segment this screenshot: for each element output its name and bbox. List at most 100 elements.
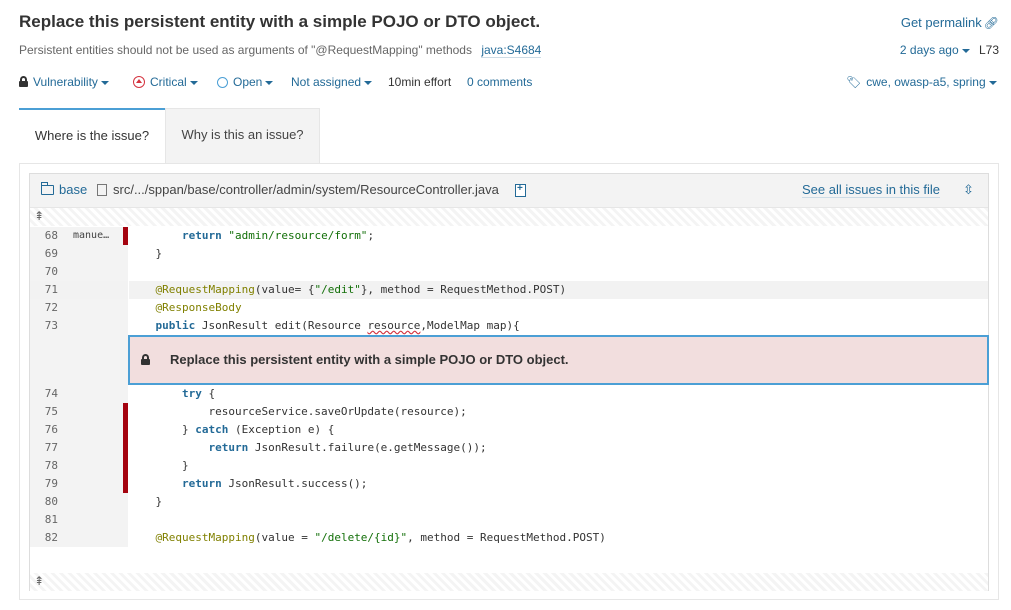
issue-title: Replace this persistent entity with a si… bbox=[19, 12, 541, 31]
tags-label: cwe, owasp-a5, spring bbox=[866, 75, 986, 89]
duplication-marker bbox=[123, 281, 128, 299]
status-dropdown[interactable]: Open bbox=[217, 75, 274, 89]
rule-key-link[interactable]: java:S4684 bbox=[481, 43, 542, 58]
open-status-icon bbox=[217, 77, 228, 88]
duplication-marker[interactable] bbox=[123, 421, 128, 439]
effort: 10min effort bbox=[388, 75, 452, 89]
link-icon: 🔗︎ bbox=[983, 16, 999, 30]
scm-author[interactable]: manue… bbox=[73, 227, 109, 245]
code-line: 73 public JsonResult edit(Resource resou… bbox=[30, 317, 988, 335]
source-viewer-header: base src/.../sppan/base/controller/admin… bbox=[30, 174, 988, 208]
duplication-marker bbox=[123, 263, 128, 281]
line-source: try { bbox=[181, 387, 216, 400]
assignee-dropdown[interactable]: Not assigned bbox=[291, 75, 373, 89]
permalink-link[interactable]: Get permalink 🔗︎ bbox=[901, 15, 999, 30]
issue-message-box[interactable]: Replace this persistent entity with a si… bbox=[128, 335, 989, 385]
duplication-marker[interactable] bbox=[123, 457, 128, 475]
line-number[interactable]: 70 bbox=[30, 263, 58, 281]
critical-severity-icon bbox=[133, 76, 145, 88]
project-link[interactable]: base bbox=[41, 182, 87, 197]
comments-link[interactable]: 0 comments bbox=[467, 75, 532, 89]
line-source: return JsonResult.success(); bbox=[181, 477, 368, 490]
duplication-marker bbox=[123, 299, 128, 317]
expand-above[interactable]: ⇞ bbox=[30, 208, 988, 226]
rule-name: Persistent entities should not be used a… bbox=[19, 43, 472, 57]
code-lines: 68 manue… return "admin/resource/form"; 69… bbox=[30, 227, 989, 547]
code-line: 68 manue… return "admin/resource/form"; bbox=[30, 227, 988, 245]
severity-dropdown[interactable]: Critical bbox=[133, 75, 198, 89]
chevron-down-icon bbox=[988, 80, 997, 85]
code-line: 69 } bbox=[30, 245, 988, 263]
line-number[interactable]: 73 bbox=[30, 317, 58, 335]
folder-icon bbox=[41, 182, 54, 195]
line-number[interactable]: 80 bbox=[30, 493, 58, 511]
duplication-marker[interactable] bbox=[123, 439, 128, 457]
line-number[interactable]: 79 bbox=[30, 475, 58, 493]
line-source: @RequestMapping(value = "/delete/{id}", … bbox=[155, 531, 606, 544]
line-source: } bbox=[129, 495, 163, 508]
line-source: } catch (Exception e) { bbox=[129, 423, 335, 436]
issue-date-dropdown[interactable]: 2 days ago bbox=[900, 43, 970, 57]
tab-panel: base src/.../sppan/base/controller/admin… bbox=[19, 163, 999, 600]
line-number[interactable]: 72 bbox=[30, 299, 58, 317]
line-source: } bbox=[129, 247, 163, 260]
chevron-down-icon bbox=[961, 48, 970, 53]
chevron-down-icon bbox=[100, 80, 109, 85]
expand-below[interactable]: ⇞ bbox=[30, 573, 988, 591]
tags-icon: 🏷︎ bbox=[846, 75, 862, 89]
line-number[interactable]: 76 bbox=[30, 421, 58, 439]
issue-date: 2 days ago bbox=[899, 43, 959, 57]
code-line: 74 try { bbox=[30, 385, 988, 403]
tab-where[interactable]: Where is the issue? bbox=[19, 108, 165, 163]
status-label: Open bbox=[233, 75, 263, 89]
duplication-marker bbox=[123, 245, 128, 263]
copy-path-icon[interactable] bbox=[515, 183, 526, 197]
line-source: } bbox=[129, 459, 189, 472]
line-number[interactable]: 74 bbox=[30, 385, 58, 403]
tab-why[interactable]: Why is this an issue? bbox=[165, 108, 320, 163]
project-name: base bbox=[59, 182, 88, 197]
type-dropdown[interactable]: Vulnerability bbox=[19, 75, 109, 89]
line-number[interactable]: 75 bbox=[30, 403, 58, 421]
duplication-marker[interactable] bbox=[123, 475, 128, 493]
line-number[interactable]: 81 bbox=[30, 511, 58, 529]
line-number[interactable]: 68 bbox=[30, 227, 58, 245]
code-line: 81 bbox=[30, 511, 988, 529]
see-all-issues-link[interactable]: See all issues in this file bbox=[802, 182, 941, 198]
issue-line: L73 bbox=[978, 43, 999, 57]
line-number[interactable]: 82 bbox=[30, 529, 58, 547]
code-line: 82 @RequestMapping(value = "/delete/{id}… bbox=[30, 529, 988, 547]
expand-down-icon[interactable]: ⇞ bbox=[34, 574, 44, 588]
line-source: @ResponseBody bbox=[155, 301, 242, 314]
expand-icon[interactable]: ⇳ bbox=[963, 182, 974, 198]
code-line: 80 } bbox=[30, 493, 988, 511]
line-source: @RequestMapping(value= {"/edit"}, method… bbox=[129, 281, 988, 299]
chevron-down-icon bbox=[189, 80, 198, 85]
chevron-down-icon bbox=[265, 80, 274, 85]
line-source bbox=[129, 511, 988, 529]
code-line: 70 bbox=[30, 263, 988, 281]
line-source: resourceService.saveOrUpdate(resource); bbox=[129, 405, 467, 418]
line-source: return JsonResult.failure(e.getMessage()… bbox=[208, 441, 487, 454]
duplication-marker bbox=[123, 493, 128, 511]
code-line: 75 resourceService.saveOrUpdate(resource… bbox=[30, 403, 988, 421]
tags-dropdown[interactable]: 🏷︎ cwe, owasp-a5, spring bbox=[846, 75, 997, 89]
issue-meta: 2 days ago L73 bbox=[900, 43, 999, 57]
file-path: src/.../sppan/base/controller/admin/syst… bbox=[97, 182, 499, 197]
duplication-marker[interactable] bbox=[123, 403, 128, 421]
expand-up-icon[interactable]: ⇞ bbox=[34, 209, 44, 223]
permalink-label: Get permalink bbox=[900, 15, 982, 30]
line-source: return "admin/resource/form"; bbox=[181, 229, 375, 242]
line-number[interactable]: 77 bbox=[30, 439, 58, 457]
file-path-text: src/.../sppan/base/controller/admin/syst… bbox=[113, 182, 499, 197]
line-source bbox=[129, 263, 988, 281]
duplication-marker bbox=[123, 385, 128, 403]
duplication-marker[interactable] bbox=[123, 227, 128, 245]
code-line: 77 return JsonResult.failure(e.getMessag… bbox=[30, 439, 988, 457]
line-number[interactable]: 78 bbox=[30, 457, 58, 475]
line-number[interactable]: 71 bbox=[30, 281, 58, 299]
issue-actions: Vulnerability Critical Open Not assigned… bbox=[19, 75, 999, 93]
code-line: 76 } catch (Exception e) { bbox=[30, 421, 988, 439]
line-number[interactable]: 69 bbox=[30, 245, 58, 263]
type-label: Vulnerability bbox=[33, 75, 98, 89]
